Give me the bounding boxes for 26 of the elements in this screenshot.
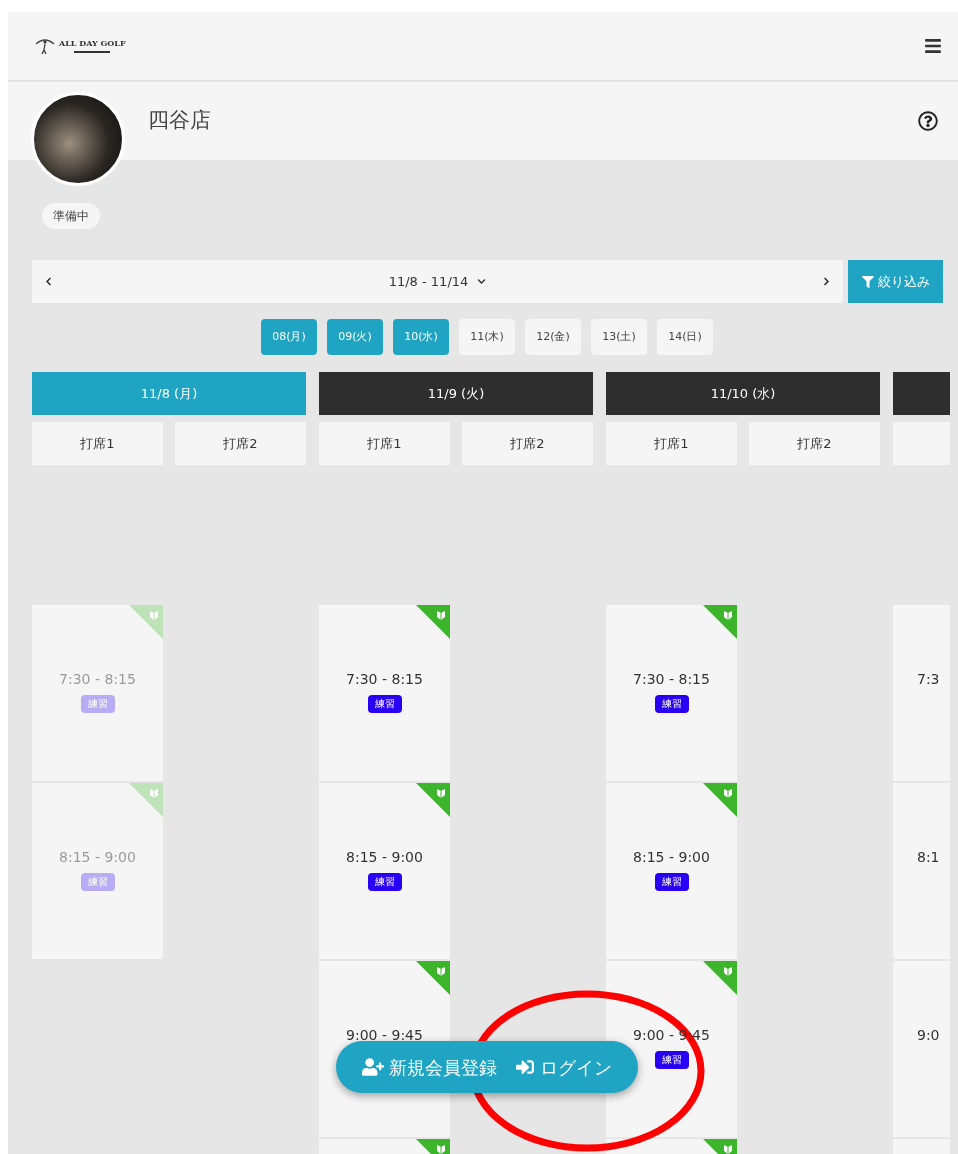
slot-time: 8:1 xyxy=(917,848,940,867)
slot-time: 9:0 xyxy=(917,1026,940,1045)
seat-header: 打席2 xyxy=(175,422,306,465)
slot-time: 7:30 - 8:15 xyxy=(59,670,136,689)
slot-time: 8:15 - 9:00 xyxy=(59,848,136,867)
slot-time: 8:15 - 9:00 xyxy=(633,848,710,867)
lesson-tag: 練習 xyxy=(654,1051,689,1069)
lesson-tag: 練習 xyxy=(654,695,689,713)
logo-text: ALL DAY GOLF xyxy=(59,39,126,47)
lesson-tag: 練習 xyxy=(367,695,402,713)
seat-header: 打席1 xyxy=(606,422,737,465)
slot-time: 8:15 - 9:00 xyxy=(346,848,423,867)
lesson-tag: 練習 xyxy=(654,873,689,891)
seat-header: 打席2 xyxy=(462,422,593,465)
slot-time: 7:30 - 8:15 xyxy=(346,670,423,689)
seat-header: 打席1 xyxy=(32,422,163,465)
slot-time: 7:30 - 8:15 xyxy=(633,670,710,689)
status-badge: 準備中 xyxy=(42,203,100,229)
slot-time: 7:3 xyxy=(917,670,940,689)
slot-time: 9:00 - 9:45 xyxy=(346,1026,423,1045)
lesson-tag: 練習 xyxy=(80,695,115,713)
seat-header: 打席2 xyxy=(749,422,880,465)
seat-header: 打席1 xyxy=(319,422,450,465)
lesson-tag: 練習 xyxy=(367,873,402,891)
store-name: 四谷店 xyxy=(148,107,211,135)
lesson-tag: 練習 xyxy=(80,873,115,891)
